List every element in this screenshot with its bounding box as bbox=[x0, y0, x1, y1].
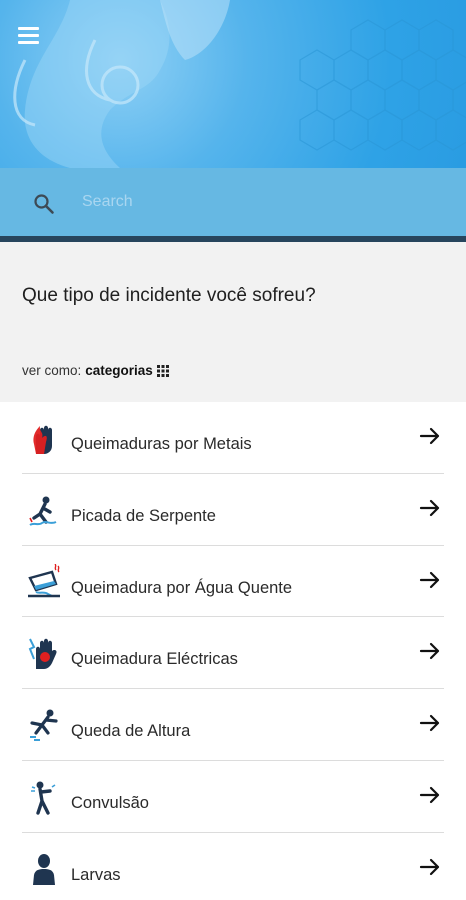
falling-person-icon bbox=[30, 709, 58, 742]
incident-label: Convulsão bbox=[71, 793, 149, 812]
arrow-right-icon[interactable] bbox=[418, 711, 442, 735]
list-item[interactable]: Queimaduras por Metais bbox=[22, 402, 444, 474]
list-item[interactable]: Queimadura Eléctricas bbox=[22, 617, 444, 690]
incident-label: Queimaduras por Metais bbox=[71, 435, 252, 453]
arrow-right-icon[interactable] bbox=[418, 568, 442, 592]
header-banner bbox=[0, 0, 466, 168]
list-item[interactable]: Larvas bbox=[22, 833, 444, 900]
arrow-right-icon[interactable] bbox=[418, 424, 442, 448]
menu-line bbox=[18, 26, 39, 30]
menu-line bbox=[18, 33, 39, 37]
arrow-right-icon[interactable] bbox=[418, 639, 442, 663]
convulsion-icon bbox=[31, 781, 56, 815]
hamburger-menu-icon[interactable] bbox=[18, 24, 44, 46]
arrow-right-icon[interactable] bbox=[418, 783, 442, 807]
arrow-right-icon[interactable] bbox=[418, 496, 442, 520]
list-item[interactable]: Picada de Serpente bbox=[22, 474, 444, 546]
view-mode-selector: ver como: categorias bbox=[22, 363, 169, 378]
menu-line bbox=[18, 40, 39, 44]
electric-hand-icon bbox=[28, 638, 57, 670]
view-mode-value[interactable]: categorias bbox=[85, 363, 153, 378]
banner-illustration bbox=[13, 0, 466, 168]
incident-label: Picada de Serpente bbox=[71, 506, 216, 525]
incident-label: Larvas bbox=[71, 865, 121, 884]
list-item[interactable]: Convulsão bbox=[22, 761, 444, 833]
incident-label: Queimadura Eléctricas bbox=[71, 650, 238, 669]
grid-icon[interactable] bbox=[156, 364, 169, 377]
search-input[interactable] bbox=[82, 188, 442, 216]
burning-hand-icon bbox=[33, 425, 52, 454]
page-title: Que tipo de incidente você sofreu? bbox=[22, 285, 316, 306]
incident-label: Queimadura por Água Quente bbox=[71, 578, 293, 597]
person-icon bbox=[33, 853, 55, 885]
incident-label: Queda de Altura bbox=[71, 722, 191, 741]
list-item[interactable]: Queda de Altura bbox=[22, 689, 444, 761]
view-mode-label: ver como: bbox=[22, 363, 82, 378]
arrow-right-icon[interactable] bbox=[418, 855, 442, 879]
question-section: Que tipo de incidente você sofreu? ver c… bbox=[0, 242, 466, 402]
incident-list: Queimaduras por Metais Picada de Serpent… bbox=[0, 402, 466, 900]
hot-water-icon bbox=[28, 563, 60, 597]
search-bar bbox=[0, 168, 466, 236]
snake-bite-icon bbox=[29, 496, 57, 526]
search-icon[interactable] bbox=[32, 192, 56, 216]
list-item[interactable]: Queimadura por Água Quente bbox=[22, 546, 444, 618]
